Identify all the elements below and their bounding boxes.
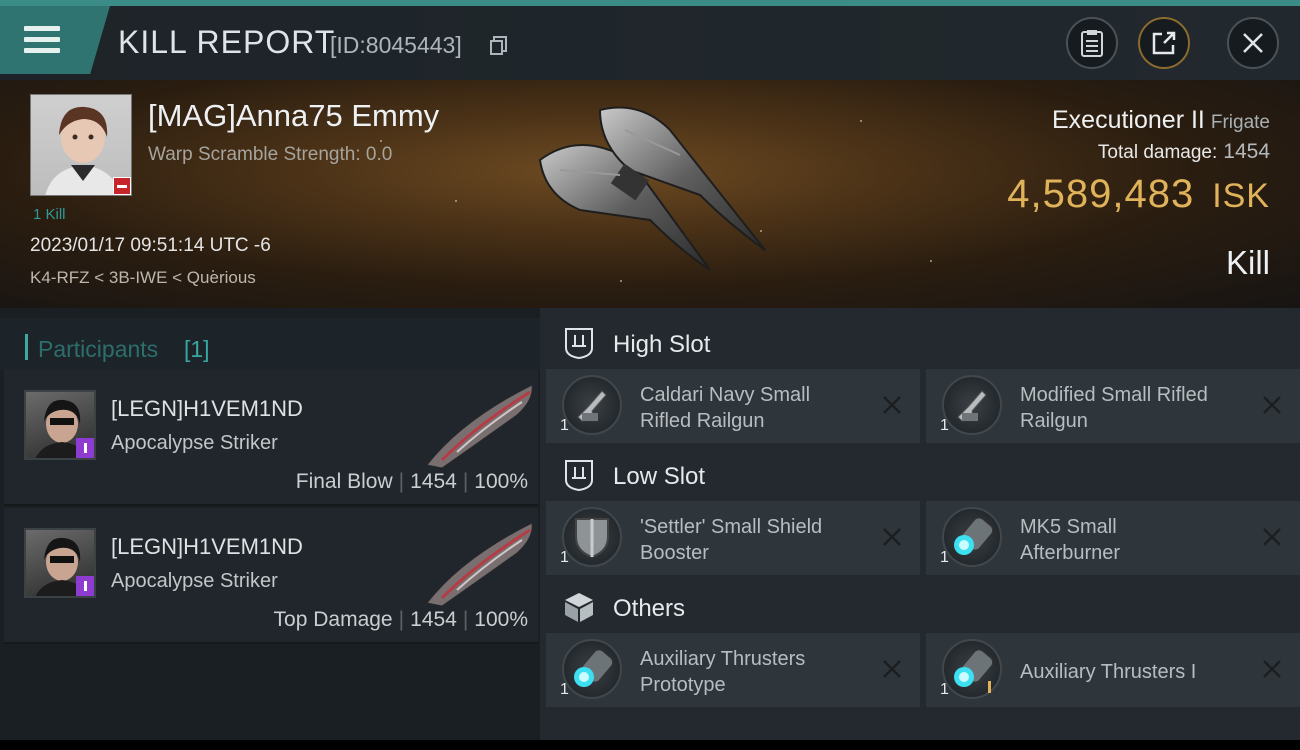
box-icon: [565, 593, 593, 622]
item-quantity: 1: [560, 417, 569, 434]
victim-ship: Executioner II Frigate: [1052, 106, 1270, 135]
menu-button[interactable]: [0, 6, 110, 74]
isk-unit: ISK: [1212, 177, 1270, 215]
fitting-item[interactable]: 1 Caldari Navy Small Rifled Railgun: [546, 369, 920, 443]
participant-damage: 1454: [410, 608, 457, 631]
item-name: 'Settler' Small Shield Booster: [640, 516, 823, 564]
participants-header: Participants [1]: [0, 318, 540, 370]
participant-row[interactable]: [LEGN]H1VEM1ND Apocalypse Striker Top Da…: [4, 508, 538, 644]
kill-location: K4-RFZ < 3B-IWE < Querious: [30, 268, 256, 287]
low-slot-icon: [565, 460, 593, 492]
shield-booster-icon: [562, 507, 622, 567]
fitting-item[interactable]: 1 Auxiliary Thrusters Prototype: [546, 633, 920, 707]
railgun-icon: [562, 375, 622, 435]
fitting-panel: High Slot 1 Caldari Navy Small Rifled Rai…: [540, 308, 1300, 740]
participant-ship: Apocalypse Striker: [111, 432, 278, 454]
report-id: [ID:8045443]: [330, 32, 462, 58]
participant-name: [LEGN]H1VEM1ND: [111, 534, 303, 559]
ship-render: [538, 106, 766, 271]
destroyed-icon: [1263, 528, 1281, 546]
participant-role: Final Blow: [295, 470, 393, 493]
warp-scramble-strength: Warp Scramble Strength: 0.0: [148, 144, 393, 165]
participant-percent: 100%: [474, 608, 528, 631]
isk-amount: 4,589,483: [1007, 172, 1195, 216]
fitting-item[interactable]: 1 MK5 Small Afterburner: [926, 501, 1300, 575]
total-damage: Total damage: 1454: [1098, 140, 1270, 164]
item-name: Auxiliary Thrusters I: [1020, 661, 1197, 683]
item-name: Caldari Navy Small Rifled Railgun: [640, 384, 811, 432]
participant-status-badge: [76, 438, 94, 458]
thruster-icon: [942, 639, 1002, 699]
participant-ship: Apocalypse Striker: [111, 570, 278, 592]
victim-pilot-name[interactable]: [MAG]Anna75 Emmy: [148, 98, 439, 134]
participants-panel: Participants [1] [LEGN]H1VEM1ND Apocalyp…: [0, 308, 540, 740]
others-header: Others: [540, 576, 1300, 636]
railgun-icon: [942, 375, 1002, 435]
item-quantity: 1: [560, 681, 569, 698]
others-title: Others: [613, 595, 686, 622]
clipboard-button[interactable]: [1066, 17, 1118, 69]
low-slot-header: Low Slot: [540, 444, 1300, 504]
participant-percent: 100%: [474, 470, 528, 493]
destroyed-icon: [883, 396, 901, 414]
fitting-item[interactable]: 1 Auxiliary Thrusters I: [926, 633, 1300, 707]
item-quantity: 1: [940, 549, 949, 566]
participants-title: Participants: [38, 336, 159, 362]
participant-ship-icon: [426, 384, 533, 469]
participant-avatar: [24, 390, 96, 460]
corp-status-badge: [113, 177, 131, 195]
participant-role: Top Damage: [273, 608, 393, 631]
total-damage-value: 1454: [1223, 140, 1270, 163]
high-slot-title: High Slot: [613, 331, 711, 358]
item-quantity: 1: [560, 549, 569, 566]
ship-class: Frigate: [1210, 112, 1270, 133]
participant-stats: Top Damage | 1454 | 100%: [273, 608, 528, 631]
participant-damage: 1454: [410, 470, 457, 493]
fitting-item[interactable]: 1 Modified Small Rifled Railgun: [926, 369, 1300, 443]
participant-row[interactable]: [LEGN]H1VEM1ND Apocalypse Striker Final …: [4, 370, 538, 506]
high-slot-icon: [565, 328, 593, 360]
share-icon: [1152, 31, 1176, 55]
victim-banner: [MAG]Anna75 Emmy Warp Scramble Strength:…: [0, 80, 1300, 308]
item-quantity: 1: [940, 681, 949, 698]
item-name: Auxiliary Thrusters Prototype: [640, 648, 806, 696]
item-quantity: 1: [940, 417, 949, 434]
close-icon: [1243, 33, 1263, 53]
copy-icon[interactable]: [490, 36, 508, 56]
item-name: Modified Small Rifled Railgun: [1020, 384, 1208, 432]
destroyed-icon: [1263, 396, 1281, 414]
afterburner-icon: [942, 507, 1002, 567]
fitting-item[interactable]: 1 'Settler' Small Shield Booster: [546, 501, 920, 575]
high-slot-header: High Slot: [540, 312, 1300, 372]
close-button[interactable]: [1227, 17, 1279, 69]
destroyed-icon: [1263, 660, 1281, 678]
kill-result: Kill: [1225, 244, 1270, 281]
ship-name[interactable]: Executioner II: [1052, 106, 1205, 134]
top-bar: KILL REPORT [ID:8045443]: [0, 0, 1300, 80]
isk-value: 4,589,483 ISK: [1007, 172, 1270, 217]
thruster-icon: [562, 639, 622, 699]
participant-name: [LEGN]H1VEM1ND: [111, 396, 303, 421]
participant-ship-icon: [426, 522, 533, 607]
top-accent-line: [0, 0, 1300, 6]
page-title: KILL REPORT: [118, 24, 336, 60]
clipboard-icon: [1081, 30, 1103, 57]
bottom-strip: [0, 740, 1300, 750]
item-name: MK5 Small Afterburner: [1020, 516, 1121, 564]
participant-avatar: [24, 528, 96, 598]
participants-count: [1]: [184, 336, 210, 362]
destroyed-icon: [883, 660, 901, 678]
header-tick: [25, 334, 28, 360]
kill-count: 1 Kill: [33, 206, 66, 223]
share-button[interactable]: [1138, 17, 1190, 69]
kill-datetime: 2023/01/17 09:51:14 UTC -6: [30, 235, 271, 256]
destroyed-icon: [883, 528, 901, 546]
total-damage-label: Total damage:: [1097, 142, 1218, 163]
participant-status-badge: [76, 576, 94, 596]
participant-stats: Final Blow | 1454 | 100%: [295, 470, 528, 493]
low-slot-title: Low Slot: [613, 463, 706, 490]
